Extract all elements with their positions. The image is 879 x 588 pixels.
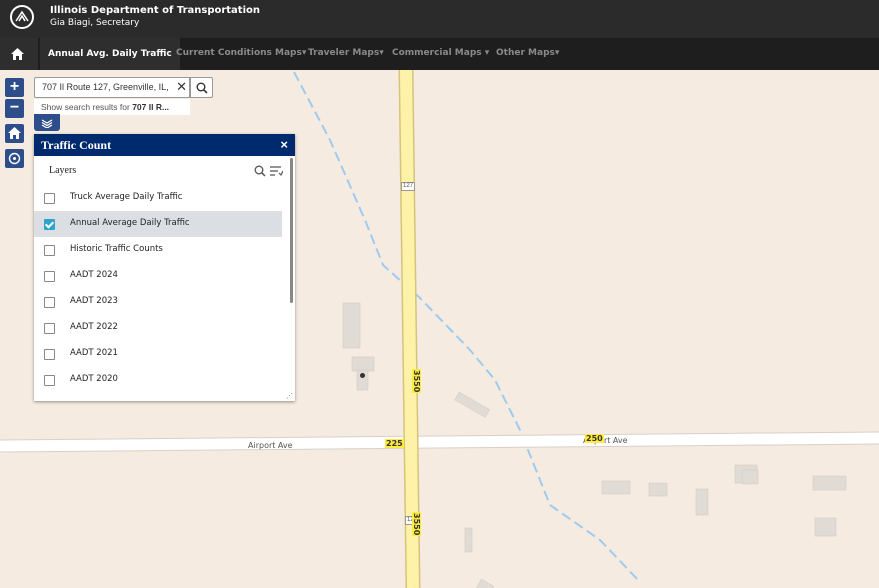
layer-label: Truck Average Daily Traffic [70, 192, 183, 202]
layer-label: Historic Traffic Counts [70, 244, 163, 254]
layer-checkbox[interactable] [44, 297, 55, 308]
layer-checkbox[interactable] [44, 349, 55, 360]
layer-label: AADT 2023 [70, 296, 118, 306]
nav-commercial-maps[interactable]: Commercial Maps ▾ [392, 48, 489, 58]
nav-traveler-maps[interactable]: Traveler Maps▾ [308, 48, 384, 58]
zoom-out-button[interactable]: − [5, 99, 24, 118]
locate-button[interactable] [5, 149, 24, 168]
route-shield-127: 127 [401, 182, 416, 191]
layer-checkbox-checked[interactable] [44, 219, 55, 230]
layer-label: AADT 2022 [70, 322, 118, 332]
layer-checkbox[interactable] [44, 271, 55, 282]
search-input-value: 707 Il Route 127, Greenville, IL, 6 [42, 82, 170, 92]
layer-checkbox[interactable] [44, 193, 55, 204]
traffic-count-airport-east[interactable]: 250 [585, 434, 604, 443]
road-label-airport-ave-west: Airport Ave [248, 441, 293, 450]
close-panel-icon[interactable]: × [280, 137, 288, 152]
clear-search-icon[interactable]: ✕ [176, 80, 187, 94]
idot-logo[interactable] [10, 5, 34, 29]
layer-label: Annual Average Daily Traffic [70, 218, 190, 228]
nav-other-maps[interactable]: Other Maps▾ [496, 48, 559, 58]
layer-row-aadt-2024[interactable]: AADT 2024 [34, 263, 282, 289]
layer-label: AADT 2024 [70, 270, 118, 280]
layer-checkbox[interactable] [44, 375, 55, 386]
main-nav: Annual Avg. Daily Traffic Current Condit… [0, 38, 879, 70]
zoom-in-button[interactable]: + [5, 78, 24, 97]
search-suggestion[interactable]: Show search results for 707 Il R... [34, 99, 190, 115]
locate-icon [8, 152, 21, 165]
layer-row-aadt-2022[interactable]: AADT 2022 [34, 315, 282, 341]
nav-current-conditions-maps[interactable]: Current Conditions Maps▾ [176, 48, 306, 58]
nav-home-button[interactable] [0, 38, 38, 70]
panel-header: Traffic Count × [34, 134, 295, 156]
layer-row-truck-aadt[interactable]: Truck Average Daily Traffic [34, 185, 282, 211]
search-button[interactable] [190, 77, 213, 98]
layer-row-historic[interactable]: Historic Traffic Counts [34, 237, 282, 263]
layer-label: AADT 2020 [70, 374, 118, 384]
search-icon [196, 82, 208, 94]
resize-handle-icon[interactable]: ⋰ [286, 392, 293, 400]
layer-checkbox[interactable] [44, 323, 55, 334]
traffic-count-panel: Traffic Count × Layers Truck Average Dai… [34, 134, 295, 401]
layer-row-aadt-2021[interactable]: AADT 2021 [34, 341, 282, 367]
layer-row-aadt-2020[interactable]: AADT 2020 [34, 367, 282, 393]
home-icon [11, 48, 24, 60]
layer-label: AADT 2021 [70, 348, 118, 358]
agency-name: Illinois Department of Transportation [50, 5, 260, 16]
layers-icon [41, 119, 53, 128]
home-icon [8, 127, 21, 139]
panel-title: Traffic Count [41, 138, 112, 152]
search-icon[interactable] [254, 165, 266, 177]
layers-heading: Layers [49, 165, 77, 176]
layer-row-aadt-2023[interactable]: AADT 2023 [34, 289, 282, 315]
traffic-count-route-south[interactable]: 3550 [412, 512, 421, 537]
secretary-name: Gia Biagi, Secretary [50, 18, 140, 28]
layers-toggle-button[interactable] [34, 114, 60, 131]
traffic-count-airport-west[interactable]: 225 [385, 439, 404, 448]
search-input[interactable]: 707 Il Route 127, Greenville, IL, 6 ✕ [34, 77, 190, 98]
traffic-count-route-north[interactable]: 3550 [412, 369, 421, 394]
layer-checkbox[interactable] [44, 245, 55, 256]
layer-row-aadt[interactable]: Annual Average Daily Traffic [34, 211, 282, 237]
nav-annual-avg-daily-traffic[interactable]: Annual Avg. Daily Traffic [40, 38, 180, 70]
panel-scrollbar[interactable] [290, 158, 293, 303]
filter-list-icon[interactable] [269, 165, 283, 177]
default-extent-button[interactable] [5, 124, 24, 143]
app-header: Illinois Department of Transportation Gi… [0, 0, 879, 38]
